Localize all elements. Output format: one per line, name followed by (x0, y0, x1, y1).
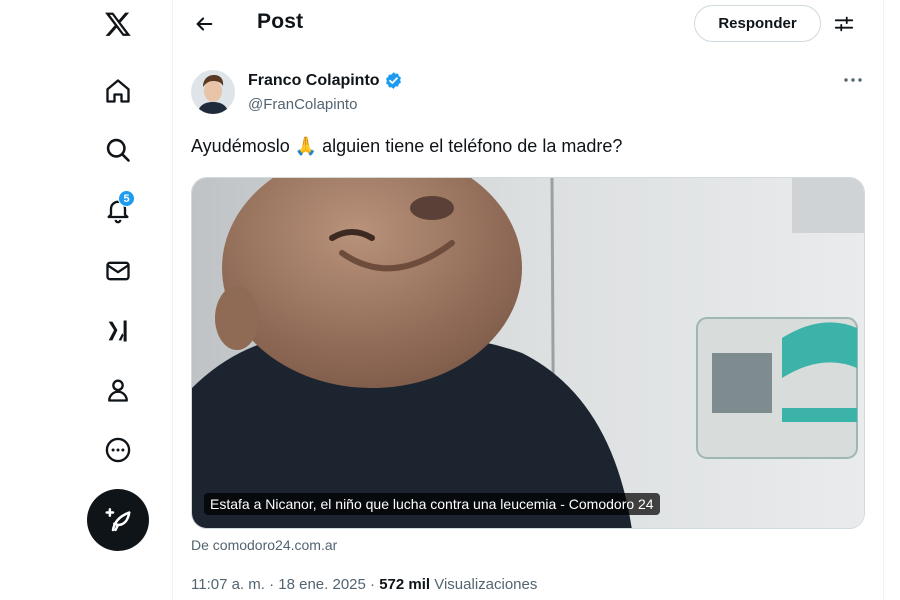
notification-badge: 5 (118, 190, 135, 207)
card-source-link[interactable]: De comodoro24.com.ar (191, 537, 337, 553)
more-options-icon[interactable] (838, 68, 868, 92)
sidebar-nav: 5 (0, 0, 172, 600)
grok-icon[interactable] (98, 311, 138, 351)
card-image (192, 178, 864, 528)
back-arrow-icon[interactable] (188, 8, 220, 40)
more-icon[interactable] (98, 430, 138, 470)
reply-button[interactable]: Responder (694, 5, 821, 42)
profile-icon[interactable] (98, 370, 138, 410)
author-handle[interactable]: @FranColapinto (248, 96, 357, 113)
reply-settings-icon[interactable] (830, 10, 858, 38)
author-name-text: Franco Colapinto (248, 71, 380, 89)
card-caption: Estafa a Nicanor, el niño que lucha cont… (204, 493, 660, 515)
search-icon[interactable] (98, 130, 138, 170)
post-text: Ayudémoslo 🙏 alguien tiene el teléfono d… (191, 136, 623, 156)
page-title: Post (257, 10, 304, 33)
column-divider (172, 0, 173, 600)
x-logo-icon[interactable] (98, 4, 138, 44)
home-icon[interactable] (98, 71, 138, 111)
post-timestamp[interactable]: 11:07 a. m. · 18 ene. 2025 · (191, 576, 379, 593)
verified-badge-icon (385, 72, 401, 89)
link-card[interactable]: Estafa a Nicanor, el niño que lucha cont… (191, 177, 865, 529)
messages-icon[interactable] (98, 251, 138, 291)
views-label: Visualizaciones (430, 576, 538, 593)
post-meta: 11:07 a. m. · 18 ene. 2025 · 572 mil Vis… (191, 576, 537, 593)
avatar[interactable] (191, 70, 235, 114)
views-count: 572 mil (379, 576, 431, 593)
notifications-icon[interactable]: 5 (98, 190, 138, 230)
compose-post-icon[interactable] (87, 489, 149, 551)
column-divider (883, 0, 884, 600)
author-name[interactable]: Franco Colapinto (248, 71, 403, 90)
